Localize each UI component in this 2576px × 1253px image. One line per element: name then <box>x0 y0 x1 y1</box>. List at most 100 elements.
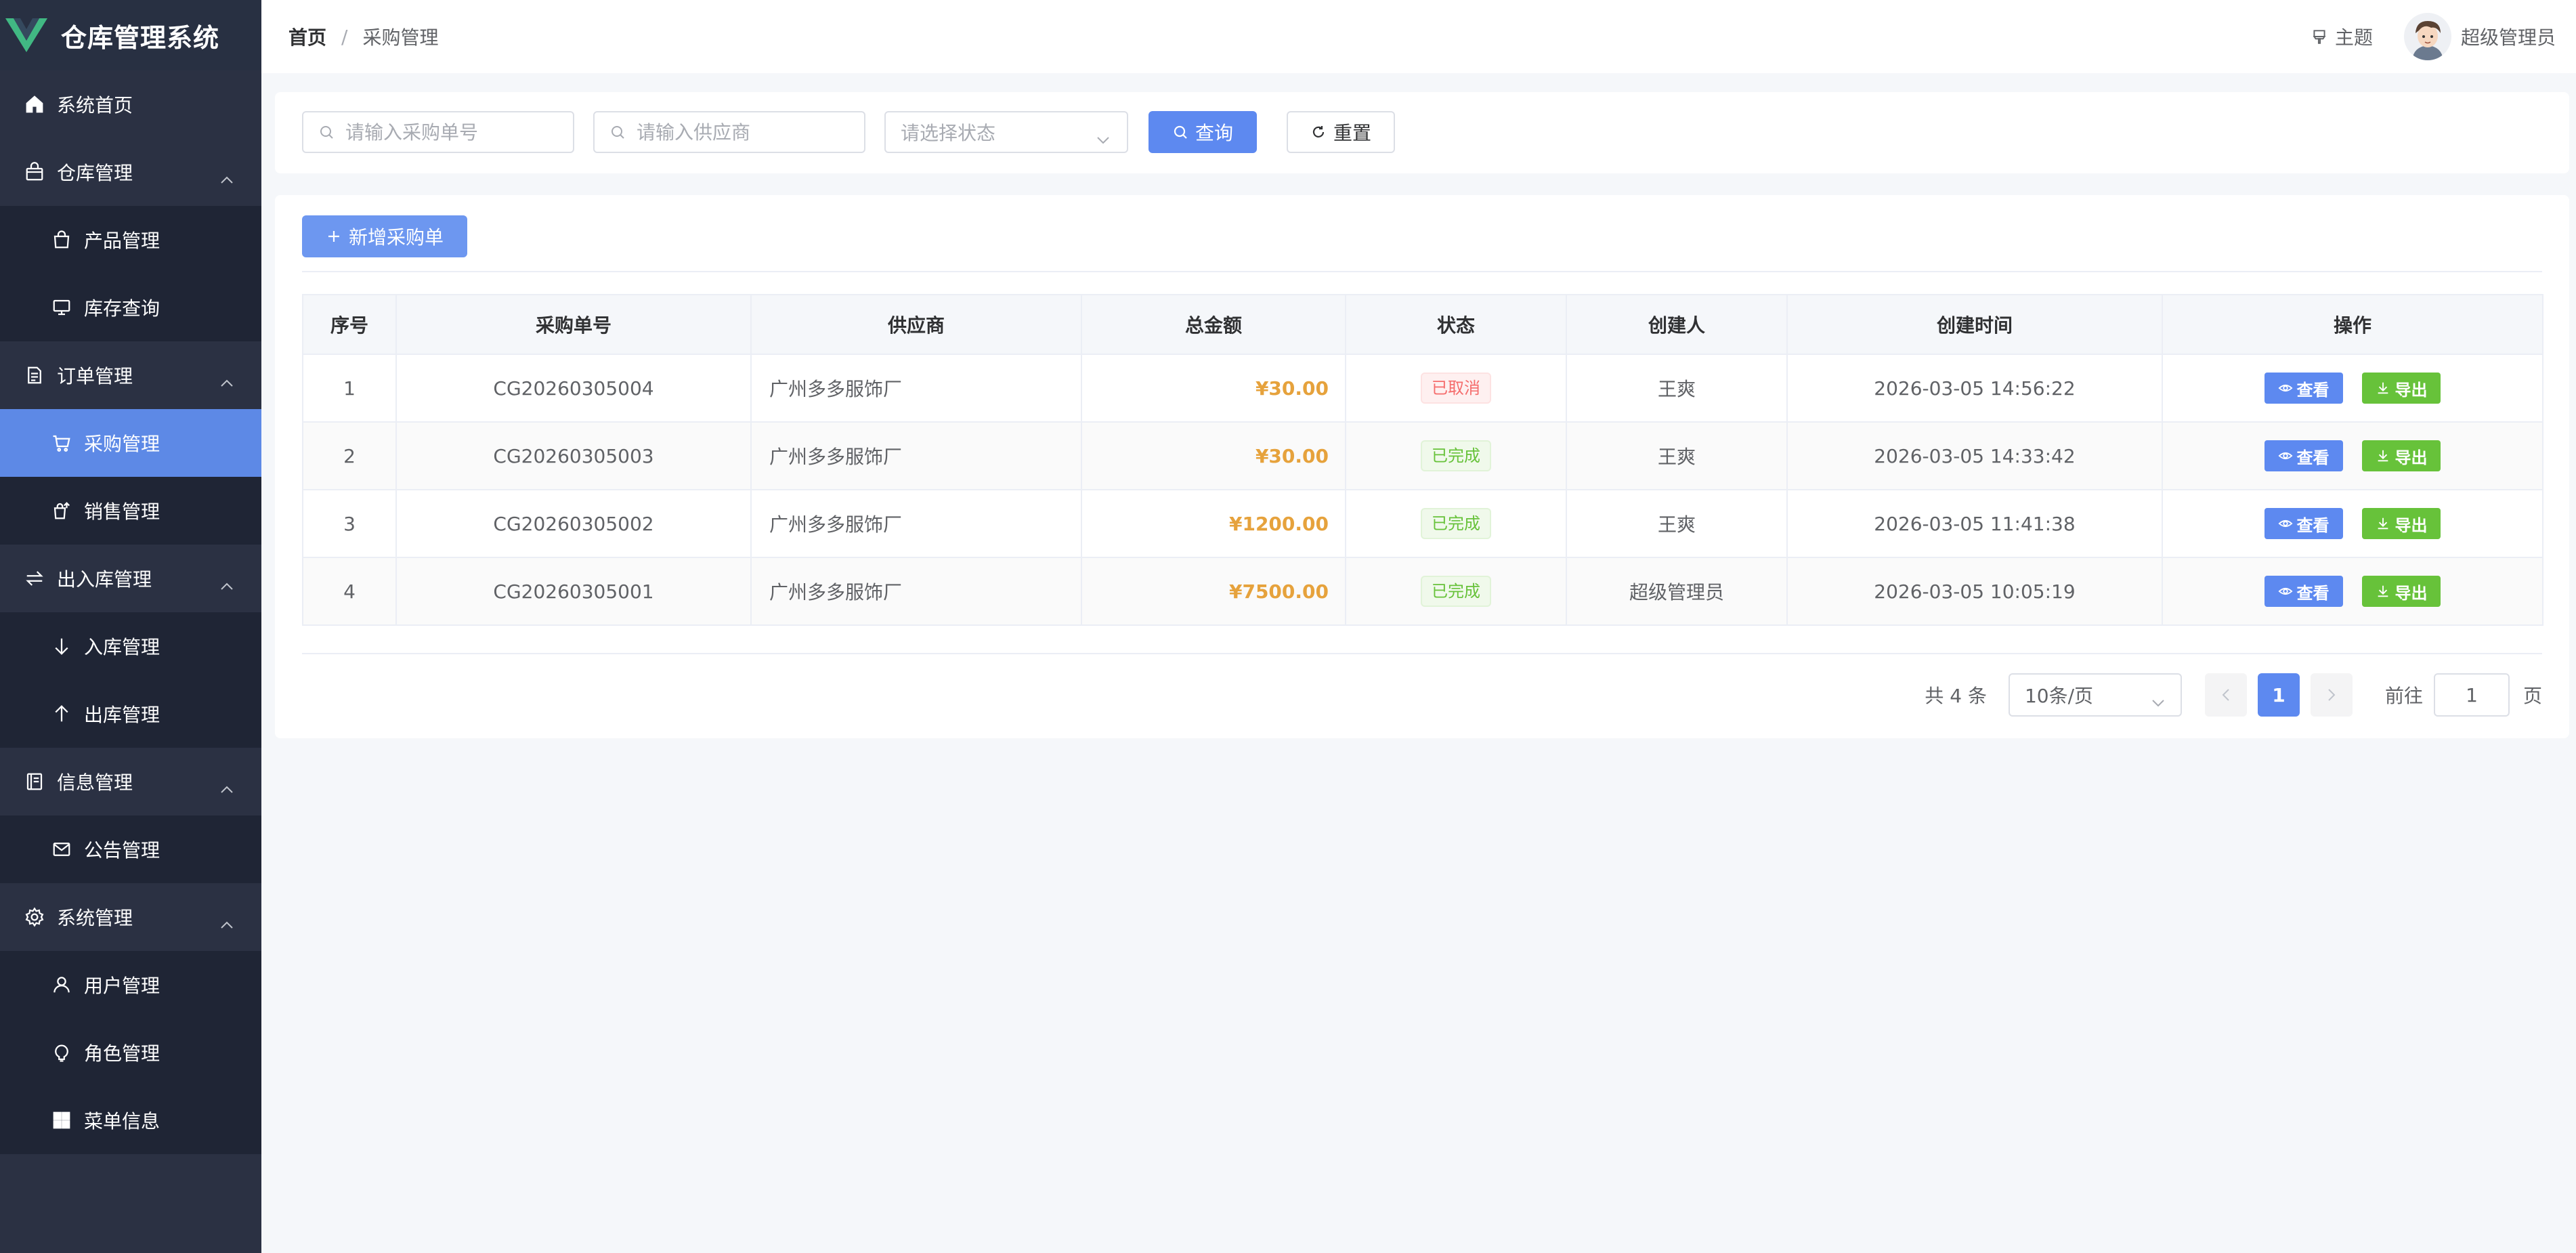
table-row: 4 CG20260305001 广州多多服饰厂 ¥7500.00 已完成 超级管… <box>302 557 2543 626</box>
supplier-search-field[interactable] <box>593 111 865 153</box>
document-icon <box>23 364 46 387</box>
message-icon <box>50 838 73 861</box>
cell-order-no: CG20260305004 <box>395 354 752 423</box>
export-button-label: 导出 <box>2395 583 2428 603</box>
cell-actions: 查看 导出 <box>2162 421 2543 490</box>
theme-button[interactable]: 主题 <box>2311 23 2373 50</box>
sidebar-item-label: 系统首页 <box>57 94 133 116</box>
cell-status: 已完成 <box>1345 489 1567 558</box>
sidebar-item-stock-io[interactable]: 出入库管理 <box>0 545 261 612</box>
chevron-left-icon <box>2222 689 2229 701</box>
sidebar-item-notices[interactable]: 公告管理 <box>0 815 261 883</box>
view-button[interactable]: 查看 <box>2264 508 2343 539</box>
column-header: 创建人 <box>1566 294 1788 355</box>
status-select-placeholder: 请选择状态 <box>901 122 996 144</box>
column-header: 操作 <box>2162 294 2543 355</box>
page-unit-label: 页 <box>2523 685 2542 707</box>
sell-icon <box>50 499 73 522</box>
view-button-label: 查看 <box>2296 448 2330 467</box>
cell-order-no: CG20260305001 <box>395 557 752 626</box>
sidebar-item-label: 仓库管理 <box>57 162 133 184</box>
chevron-down-icon <box>2151 690 2166 713</box>
page-size-select[interactable]: 10条/页 <box>2008 673 2182 717</box>
sidebar-item-stock-out[interactable]: 出库管理 <box>0 680 261 748</box>
search-icon <box>611 126 624 139</box>
breadcrumb-home[interactable]: 首页 <box>288 23 326 50</box>
download-icon <box>2378 517 2388 530</box>
export-button[interactable]: 导出 <box>2362 576 2441 607</box>
purchase-order-table: 序号 采购单号 供应商 总金额 状态 创建人 创建时间 操作 1 CG20260… <box>302 294 2543 626</box>
sidebar-item-warehouse[interactable]: 仓库管理 <box>0 138 261 206</box>
breadcrumb-current: 采购管理 <box>362 26 439 49</box>
cell-creator: 王爽 <box>1566 421 1788 490</box>
sidebar-item-label: 公告管理 <box>84 839 160 862</box>
export-button[interactable]: 导出 <box>2362 508 2441 539</box>
sidebar-item-roles[interactable]: 角色管理 <box>0 1019 261 1086</box>
lightbulb-icon <box>50 1041 73 1064</box>
refresh-icon <box>1312 126 1325 137</box>
sidebar-item-label: 入库管理 <box>84 636 160 658</box>
home-icon <box>23 93 46 116</box>
user-name[interactable]: 超级管理员 <box>2461 23 2556 50</box>
sidebar-item-orders[interactable]: 订单管理 <box>0 341 261 409</box>
app-title: 仓库管理系统 <box>61 22 220 53</box>
column-header: 采购单号 <box>395 294 752 355</box>
theme-icon <box>2313 30 2326 44</box>
cell-amount: ¥7500.00 <box>1081 557 1346 626</box>
export-button[interactable]: 导出 <box>2362 440 2441 471</box>
cell-supplier: 广州多多服饰厂 <box>750 354 1082 423</box>
goto-page-input[interactable]: 1 <box>2433 673 2510 717</box>
sidebar-item-sales[interactable]: 销售管理 <box>0 477 261 545</box>
sidebar-item-purchase[interactable]: 采购管理 <box>0 409 261 477</box>
reset-button[interactable]: 重置 <box>1287 111 1395 153</box>
view-button[interactable]: 查看 <box>2264 576 2343 607</box>
cell-created-at: 2026-03-05 14:56:22 <box>1786 354 2163 423</box>
cell-amount: ¥1200.00 <box>1081 489 1346 558</box>
cell-supplier: 广州多多服饰厂 <box>750 489 1082 558</box>
supplier-input[interactable] <box>637 121 864 144</box>
next-page-button[interactable] <box>2310 673 2353 717</box>
search-icon <box>320 126 333 139</box>
purchase-table-panel: 新增采购单 序号 采购单号 供应商 总金额 状态 创建人 创建时间 操作 1 C… <box>275 195 2569 738</box>
download-icon <box>2378 450 2388 462</box>
search-panel: 请选择状态 查询 重置 <box>275 92 2569 173</box>
query-button[interactable]: 查询 <box>1149 111 1257 153</box>
breadcrumb-separator: / <box>341 25 348 48</box>
order-no-input[interactable] <box>345 121 573 144</box>
add-purchase-order-button[interactable]: 新增采购单 <box>302 215 467 257</box>
sidebar-item-home[interactable]: 系统首页 <box>0 70 261 138</box>
sidebar-item-users[interactable]: 用户管理 <box>0 951 261 1019</box>
download-icon <box>2378 585 2388 597</box>
cell-creator: 王爽 <box>1566 489 1788 558</box>
sidebar-item-inventory[interactable]: 库存查询 <box>0 274 261 341</box>
sidebar-item-menus[interactable]: 菜单信息 <box>0 1086 261 1154</box>
sidebar-item-label: 角色管理 <box>84 1042 160 1065</box>
status-badge: 已完成 <box>1421 576 1491 607</box>
export-button[interactable]: 导出 <box>2362 373 2441 404</box>
sidebar-item-stock-in[interactable]: 入库管理 <box>0 612 261 680</box>
vue-logo-icon <box>5 18 47 52</box>
view-button[interactable]: 查看 <box>2264 373 2343 404</box>
search-icon <box>1174 125 1187 139</box>
sidebar-item-label: 销售管理 <box>84 501 160 523</box>
sidebar-item-system[interactable]: 系统管理 <box>0 883 261 951</box>
switch-icon <box>23 567 46 590</box>
column-header: 状态 <box>1345 294 1567 355</box>
divider <box>302 653 2542 654</box>
sidebar-menu: 系统首页 仓库管理 产品管理 库存查询 订单管理 采购管理 销售管理 出入库管理… <box>0 70 261 1154</box>
app-logo[interactable]: 仓库管理系统 <box>0 0 261 70</box>
sidebar-item-products[interactable]: 产品管理 <box>0 206 261 274</box>
gear-icon <box>23 906 46 929</box>
cell-created-at: 2026-03-05 10:05:19 <box>1786 557 2163 626</box>
eye-icon <box>2278 384 2293 392</box>
export-button-label: 导出 <box>2395 515 2428 535</box>
avatar[interactable] <box>2403 13 2451 60</box>
prev-page-button[interactable] <box>2204 673 2247 717</box>
page-number-current[interactable]: 1 <box>2257 673 2300 717</box>
status-select[interactable]: 请选择状态 <box>884 111 1128 153</box>
export-button-label: 导出 <box>2395 380 2428 400</box>
order-no-search-field[interactable] <box>302 111 574 153</box>
sidebar-item-info[interactable]: 信息管理 <box>0 748 261 815</box>
view-button[interactable]: 查看 <box>2264 440 2343 471</box>
cell-supplier: 广州多多服饰厂 <box>750 557 1082 626</box>
